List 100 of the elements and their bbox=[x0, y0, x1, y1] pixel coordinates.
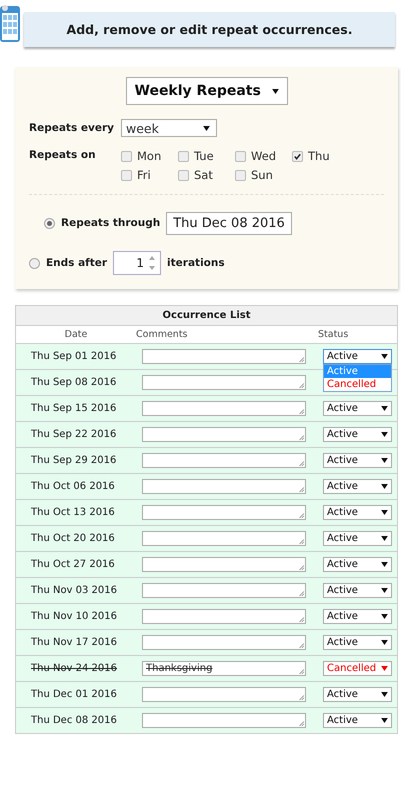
comment-field[interactable] bbox=[142, 479, 306, 494]
status-dropdown[interactable]: Active bbox=[323, 583, 392, 598]
comment-field[interactable]: Thanksgiving bbox=[142, 661, 306, 676]
caret-icon bbox=[381, 458, 388, 463]
date-cell-text: Thu Nov 03 2016 bbox=[30, 585, 118, 596]
status-dropdown[interactable]: Active bbox=[323, 427, 392, 442]
day-checkbox[interactable]: Sun bbox=[235, 168, 273, 182]
caret-icon bbox=[381, 718, 388, 723]
comment-field[interactable] bbox=[142, 557, 306, 572]
comment-field[interactable] bbox=[142, 453, 306, 468]
comment-field[interactable] bbox=[142, 583, 306, 598]
dropdown-option[interactable]: Cancelled bbox=[324, 378, 391, 391]
day-checkbox[interactable]: Wed bbox=[235, 149, 276, 163]
caret-icon bbox=[381, 562, 388, 567]
day-checkbox[interactable]: Thu bbox=[292, 149, 330, 163]
comment-field[interactable] bbox=[142, 531, 306, 546]
field-label: Repeats every bbox=[29, 122, 115, 134]
date-cell-text: Thu Nov 17 2016 bbox=[30, 637, 118, 648]
table-title: Occurrence List bbox=[16, 306, 397, 326]
comment-field[interactable] bbox=[142, 375, 306, 390]
check-icon bbox=[293, 152, 302, 160]
day-checkbox[interactable]: Tue bbox=[178, 149, 214, 163]
resize-grip-icon[interactable] bbox=[298, 616, 304, 622]
resize-grip-icon[interactable] bbox=[298, 408, 304, 414]
radio-button[interactable] bbox=[29, 258, 40, 268]
resize-grip-icon[interactable] bbox=[298, 590, 304, 596]
radio-button[interactable] bbox=[44, 218, 55, 228]
caret-icon bbox=[381, 354, 388, 359]
status-dropdown[interactable]: Active bbox=[323, 687, 392, 702]
caret-icon bbox=[381, 640, 388, 645]
resize-grip-icon[interactable] bbox=[298, 564, 304, 570]
resize-grip-icon[interactable] bbox=[298, 512, 304, 518]
status-dropdown[interactable]: Active bbox=[323, 479, 392, 494]
comment-field[interactable] bbox=[142, 427, 306, 442]
caret-icon bbox=[381, 588, 388, 593]
header-title: Add, remove or edit repeat occurrences. bbox=[24, 12, 395, 47]
date-cell-text: Thu Dec 01 2016 bbox=[30, 689, 118, 700]
field-label: Repeats on bbox=[29, 149, 97, 161]
calendar-icon bbox=[0, 2, 22, 44]
caret-icon bbox=[272, 88, 278, 94]
status-dropdown[interactable]: Active bbox=[323, 635, 392, 650]
caret-icon bbox=[381, 614, 388, 619]
repeat-interval-dropdown[interactable]: week bbox=[121, 119, 217, 137]
date-cell-text: Thu Oct 27 2016 bbox=[30, 559, 116, 570]
status-dropdown[interactable]: Active bbox=[323, 401, 392, 416]
date-cell-text: Thu Oct 20 2016 bbox=[30, 533, 116, 544]
status-dropdown[interactable]: Active bbox=[323, 609, 392, 624]
comment-field[interactable] bbox=[142, 609, 306, 624]
comment-field[interactable] bbox=[142, 505, 306, 520]
resize-grip-icon[interactable] bbox=[298, 538, 304, 544]
resize-grip-icon[interactable] bbox=[298, 382, 304, 388]
resize-grip-icon[interactable] bbox=[298, 356, 304, 362]
day-checkbox[interactable]: Mon bbox=[121, 149, 162, 163]
resize-grip-icon[interactable] bbox=[298, 434, 304, 440]
comment-field[interactable] bbox=[142, 349, 306, 364]
resize-grip-icon[interactable] bbox=[298, 642, 304, 648]
resize-grip-icon[interactable] bbox=[298, 720, 304, 726]
date-cell-text: Thu Sep 29 2016 bbox=[30, 455, 118, 466]
day-checkbox[interactable]: Fri bbox=[121, 168, 151, 182]
comment-field[interactable] bbox=[142, 713, 306, 728]
comment-field[interactable] bbox=[142, 687, 306, 702]
caret-icon bbox=[381, 692, 388, 697]
caret-icon bbox=[381, 432, 388, 437]
comment-field[interactable] bbox=[142, 635, 306, 650]
option-label: iterations bbox=[167, 257, 225, 269]
date-cell-text: Thu Sep 01 2016 bbox=[30, 351, 118, 362]
status-dropdown[interactable]: Cancelled bbox=[323, 661, 392, 676]
caret-icon bbox=[381, 536, 388, 541]
date-cell-text: Thu Oct 06 2016 bbox=[30, 481, 116, 492]
resize-grip-icon[interactable] bbox=[298, 694, 304, 700]
date-cell-text: Thu Sep 22 2016 bbox=[30, 429, 118, 440]
caret-icon bbox=[381, 406, 388, 411]
column-header: Status bbox=[318, 329, 348, 340]
status-dropdown[interactable]: Active bbox=[323, 713, 392, 728]
date-cell-text: Thu Nov 24 2016 bbox=[30, 663, 118, 674]
status-dropdown[interactable]: Active bbox=[323, 349, 392, 364]
column-header: Date bbox=[64, 329, 88, 340]
status-dropdown[interactable]: Active bbox=[323, 505, 392, 520]
date-cell-text: Thu Dec 08 2016 bbox=[30, 715, 118, 726]
date-cell-text: Thu Sep 08 2016 bbox=[30, 377, 118, 388]
resize-grip-icon[interactable] bbox=[298, 668, 304, 674]
date-field[interactable]: Thu Dec 08 2016 bbox=[166, 212, 292, 234]
caret-icon bbox=[203, 126, 210, 130]
repeat-type-dropdown[interactable]: Weekly Repeats bbox=[126, 77, 288, 105]
date-cell-text: Thu Oct 13 2016 bbox=[30, 507, 116, 518]
column-header: Comments bbox=[136, 329, 188, 340]
day-checkbox[interactable]: Sat bbox=[178, 168, 213, 182]
resize-grip-icon[interactable] bbox=[298, 460, 304, 466]
option-label: Repeats through bbox=[61, 217, 160, 229]
date-cell-text: Thu Nov 10 2016 bbox=[30, 611, 118, 622]
caret-icon bbox=[381, 510, 388, 515]
status-dropdown[interactable]: Active bbox=[323, 531, 392, 546]
status-dropdown[interactable]: Active bbox=[323, 557, 392, 572]
date-cell-text: Thu Sep 15 2016 bbox=[30, 403, 118, 414]
resize-grip-icon[interactable] bbox=[298, 486, 304, 492]
caret-icon bbox=[381, 484, 388, 489]
status-dropdown[interactable]: Active bbox=[323, 453, 392, 468]
comment-field[interactable] bbox=[142, 401, 306, 416]
option-label: Ends after bbox=[46, 257, 108, 269]
number-spinner[interactable]: 1 bbox=[113, 251, 162, 275]
